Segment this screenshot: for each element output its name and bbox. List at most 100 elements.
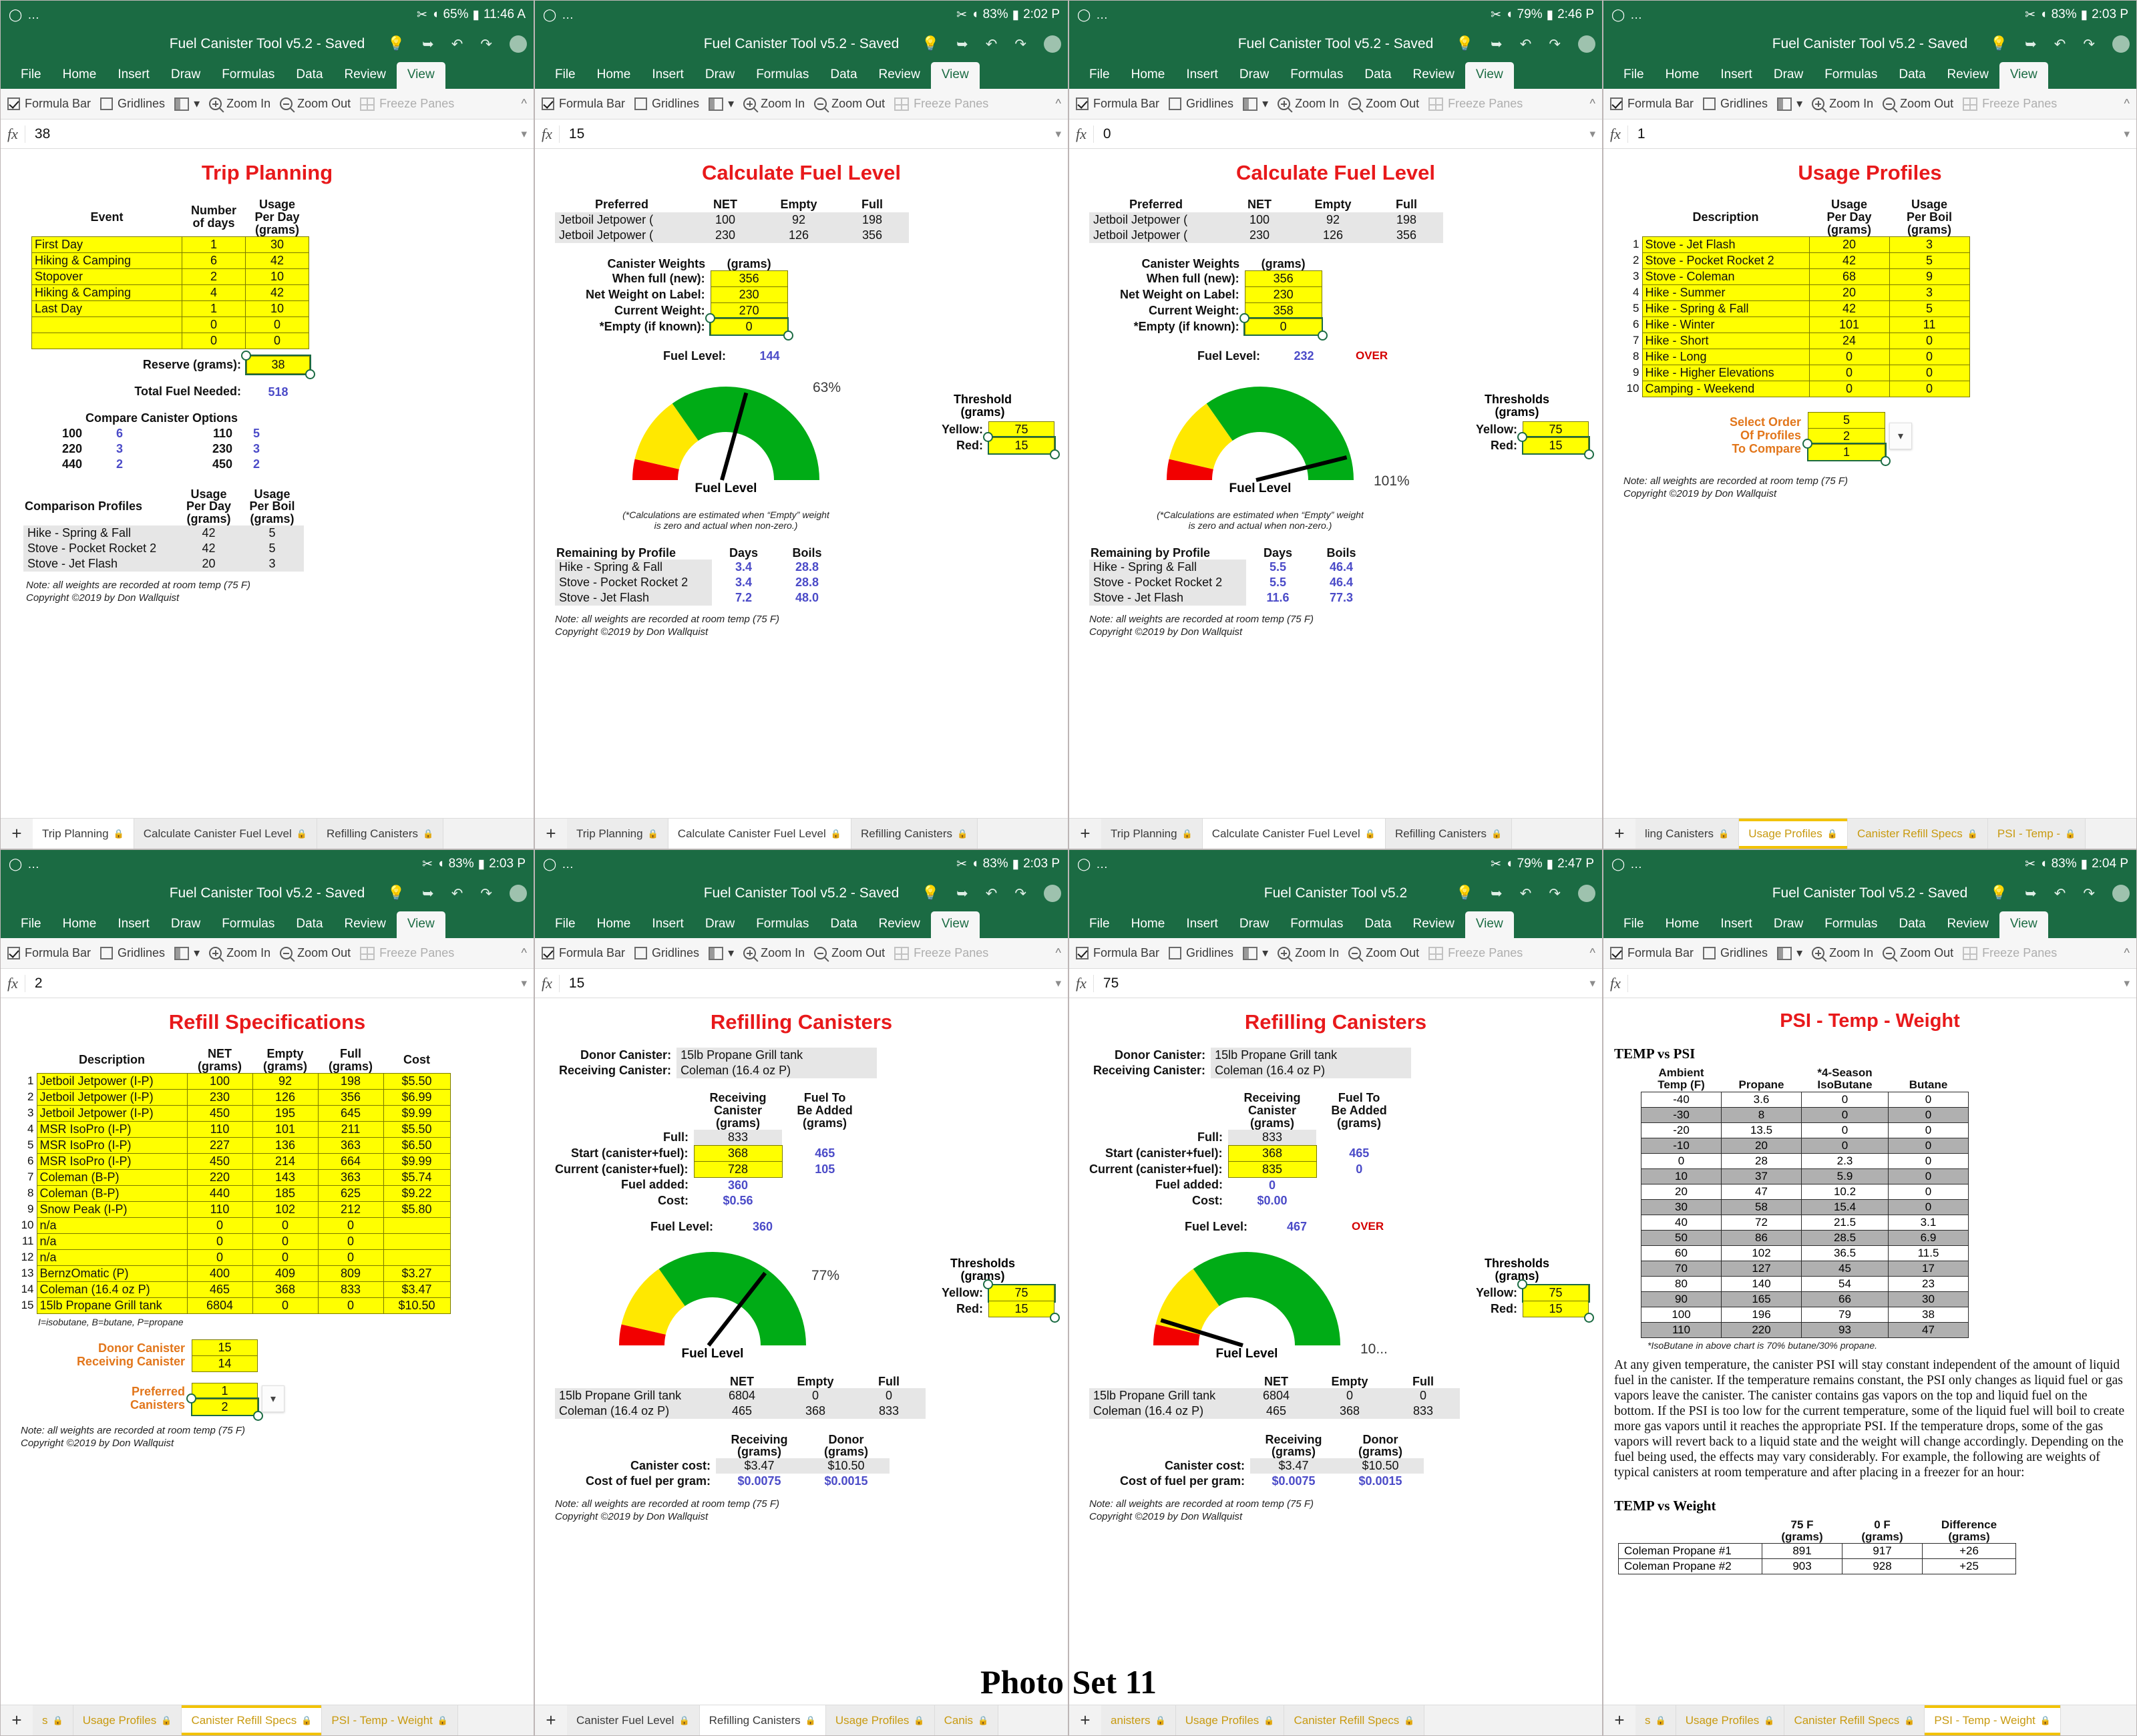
formula-expand-icon[interactable]: ▾ — [2124, 128, 2130, 141]
table-row[interactable]: Current (canister+fuel): 728 105 — [555, 1160, 867, 1178]
ribbon-tab-draw[interactable]: Draw — [160, 911, 211, 938]
zoom-out-button[interactable]: Zoom Out — [280, 946, 351, 960]
usage-perboil-5[interactable]: 11 — [1889, 316, 1970, 333]
refill-empty-13[interactable]: 368 — [252, 1281, 319, 1298]
table-row[interactable]: Red: 15 — [1476, 431, 1594, 459]
refill-empty-6[interactable]: 143 — [252, 1168, 319, 1186]
freeze-panes-button[interactable]: Freeze Panes — [1428, 946, 1523, 960]
formula-expand-icon[interactable]: ▾ — [1589, 128, 1595, 141]
table-row[interactable]: 8 Hike - Long 0 0 — [1623, 348, 1970, 365]
view-layout-dropdown[interactable]: ▾ — [709, 946, 734, 960]
redo-icon[interactable]: ↷ — [480, 36, 492, 53]
tell-me-lightbulb-icon[interactable]: 💡 — [1990, 885, 2007, 901]
table-row[interactable]: 11 n/a 0 0 0 — [17, 1233, 451, 1250]
refill-cost-0[interactable]: $5.50 — [383, 1072, 451, 1090]
threshold-yellow-input[interactable]: 75 — [988, 421, 1054, 438]
table-row[interactable]: Red: 15 — [942, 1301, 1060, 1323]
refilling-recv-1[interactable]: 368 — [1227, 1144, 1317, 1162]
ribbon-tab-formulas[interactable]: Formulas — [1814, 911, 1888, 938]
refill-desc-4[interactable]: MSR IsoPro (I-P) — [36, 1136, 188, 1154]
ribbon-tab-draw[interactable]: Draw — [1229, 62, 1280, 89]
zoom-in-button[interactable]: Zoom In — [1278, 946, 1339, 960]
share-icon[interactable]: ➥ — [422, 885, 434, 902]
zoom-in-button[interactable]: Zoom In — [1812, 97, 1873, 111]
table-row[interactable]: 4 MSR IsoPro (I-P) 110 101 211 $5.50 — [17, 1120, 451, 1138]
refill-empty-1[interactable]: 126 — [252, 1088, 319, 1106]
usage-desc-0[interactable]: Stove - Jet Flash — [1641, 236, 1810, 253]
add-sheet-button[interactable]: + — [1, 819, 33, 849]
add-sheet-button[interactable]: + — [1603, 1705, 1635, 1735]
sheet-tab-3[interactable]: PSI - Temp - 🔒 — [1987, 819, 2086, 849]
refill-full-8[interactable]: 212 — [317, 1201, 384, 1218]
table-row[interactable]: 9 Hike - Higher Elevations 0 0 — [1623, 364, 1970, 381]
usage-perday-2[interactable]: 68 — [1808, 268, 1890, 285]
avatar[interactable] — [2112, 35, 2130, 53]
ribbon-tab-home[interactable]: Home — [586, 62, 642, 89]
refill-cost-5[interactable]: $9.99 — [383, 1152, 451, 1170]
usage-perday-1[interactable]: 42 — [1808, 252, 1890, 269]
weight-input-2[interactable]: 358 — [1244, 302, 1322, 319]
ribbon-tab-file[interactable]: File — [1613, 62, 1655, 89]
refill-full-6[interactable]: 363 — [317, 1168, 384, 1186]
share-icon[interactable]: ➥ — [2025, 36, 2037, 53]
refill-cost-12[interactable]: $3.27 — [383, 1265, 451, 1282]
sheet-tab-1[interactable]: Calculate Canister Fuel Level 🔒 — [668, 819, 851, 849]
gridlines-toggle[interactable]: Gridlines — [1169, 946, 1233, 960]
weight-input-2[interactable]: 270 — [710, 302, 788, 319]
ribbon-tab-view[interactable]: View — [1999, 911, 2048, 938]
sheet-tab-0[interactable]: Trip Planning 🔒 — [33, 819, 134, 849]
ribbon-tab-draw[interactable]: Draw — [1763, 62, 1814, 89]
ribbon-tab-draw[interactable]: Draw — [695, 62, 745, 89]
formula-input[interactable]: 15 — [569, 126, 584, 142]
refill-full-0[interactable]: 198 — [317, 1072, 384, 1090]
refill-full-2[interactable]: 645 — [317, 1104, 384, 1122]
refill-empty-3[interactable]: 101 — [252, 1120, 319, 1138]
trip-event-2[interactable]: Stopover — [31, 268, 182, 285]
usage-perboil-4[interactable]: 5 — [1889, 300, 1970, 317]
refill-full-13[interactable]: 833 — [317, 1281, 384, 1298]
ribbon-tab-home[interactable]: Home — [52, 911, 108, 938]
undo-icon[interactable]: ↶ — [451, 885, 463, 902]
ribbon-tab-formulas[interactable]: Formulas — [211, 62, 285, 89]
formula-bar-toggle[interactable]: Formula Bar — [1610, 946, 1694, 960]
refill-net-3[interactable]: 110 — [186, 1120, 253, 1138]
gridlines-toggle[interactable]: Gridlines — [634, 946, 699, 960]
refill-empty-9[interactable]: 0 — [252, 1217, 319, 1234]
ribbon-tab-data[interactable]: Data — [1354, 62, 1402, 89]
sheet-tab-2[interactable]: Canister Refill Specs 🔒 — [182, 1705, 323, 1735]
trip-event-0[interactable]: First Day — [31, 236, 182, 253]
usage-perday-8[interactable]: 0 — [1808, 364, 1890, 381]
refill-desc-10[interactable]: n/a — [36, 1233, 188, 1250]
gridlines-toggle[interactable]: Gridlines — [1169, 97, 1233, 111]
usage-desc-4[interactable]: Hike - Spring & Fall — [1641, 300, 1810, 317]
ribbon-tab-data[interactable]: Data — [1888, 62, 1936, 89]
table-row[interactable]: Start (canister+fuel): 368 465 — [1089, 1144, 1402, 1162]
view-layout-dropdown[interactable]: ▾ — [1777, 946, 1802, 960]
refill-net-0[interactable]: 100 — [186, 1072, 253, 1090]
refill-empty-14[interactable]: 0 — [252, 1297, 319, 1314]
usage-perday-3[interactable]: 20 — [1808, 284, 1890, 301]
usage-desc-6[interactable]: Hike - Short — [1641, 332, 1810, 349]
sheet-tab-2[interactable]: Canister Refill Specs 🔒 — [1284, 1705, 1425, 1735]
refill-full-12[interactable]: 809 — [317, 1265, 384, 1282]
ribbon-tab-data[interactable]: Data — [1888, 911, 1936, 938]
tell-me-lightbulb-icon[interactable]: 💡 — [387, 885, 405, 901]
ribbon-tab-insert[interactable]: Insert — [1710, 911, 1763, 938]
usage-perday-4[interactable]: 42 — [1808, 300, 1890, 317]
table-row[interactable]: 1 Stove - Jet Flash 20 3 — [1623, 236, 1970, 253]
usage-perday-5[interactable]: 101 — [1808, 316, 1890, 333]
formula-bar-toggle[interactable]: Formula Bar — [1076, 97, 1159, 111]
refill-desc-12[interactable]: BernzOmatic (P) — [36, 1265, 188, 1282]
chevron-down-icon[interactable]: ▾ — [1889, 423, 1912, 450]
table-row[interactable]: Red: 15 — [1476, 1301, 1594, 1323]
refill-full-9[interactable]: 0 — [317, 1217, 384, 1234]
redo-icon[interactable]: ↷ — [1014, 36, 1026, 53]
tell-me-lightbulb-icon[interactable]: 💡 — [1990, 36, 2007, 52]
refilling-recv-1[interactable]: 368 — [693, 1144, 783, 1162]
trip-event-5[interactable] — [31, 316, 182, 333]
refill-cost-8[interactable]: $5.80 — [383, 1201, 451, 1218]
ribbon-tab-file[interactable]: File — [544, 911, 586, 938]
usage-perboil-7[interactable]: 0 — [1889, 348, 1970, 365]
ribbon-tab-file[interactable]: File — [1613, 911, 1655, 938]
table-row[interactable]: 10 Camping - Weekend 0 0 — [1623, 380, 1970, 397]
